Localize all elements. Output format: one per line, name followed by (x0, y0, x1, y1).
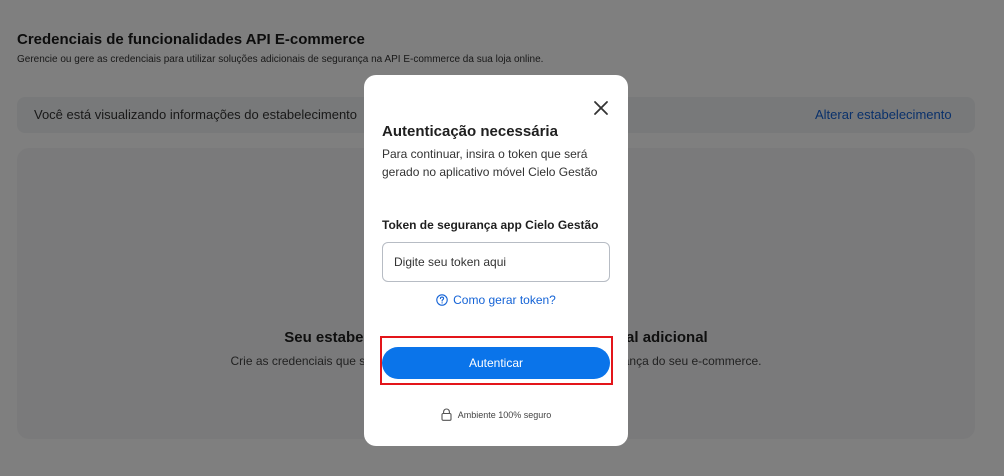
lock-icon (441, 408, 452, 421)
how-to-generate-token-link[interactable]: Como gerar token? (364, 293, 628, 307)
authentication-modal: Autenticação necessária Para continuar, … (364, 75, 628, 446)
question-circle-icon (436, 294, 448, 306)
highlight-box (380, 336, 613, 385)
close-icon[interactable] (592, 99, 610, 117)
token-input[interactable] (382, 242, 610, 282)
secure-environment-note: Ambiente 100% seguro (364, 408, 628, 421)
modal-description: Para continuar, insira o token que será … (382, 147, 598, 179)
how-to-generate-token-label: Como gerar token? (453, 293, 556, 307)
modal-title: Autenticação necessária (382, 123, 558, 140)
secure-environment-label: Ambiente 100% seguro (457, 410, 552, 420)
token-field-label: Token de segurança app Cielo Gestão (382, 218, 599, 232)
